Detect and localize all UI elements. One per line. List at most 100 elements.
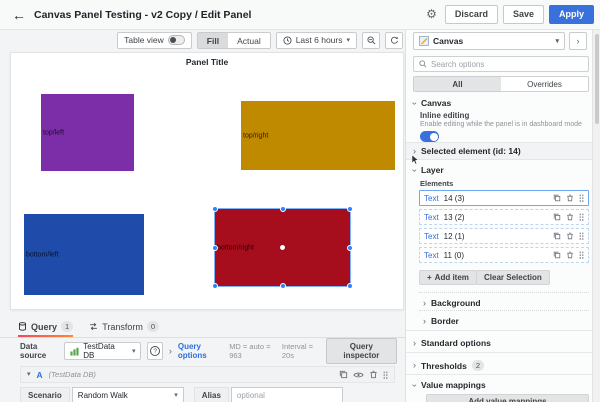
alias-input[interactable] xyxy=(231,387,343,402)
fill-option[interactable]: Fill xyxy=(198,33,228,48)
database-icon xyxy=(18,322,27,331)
table-view-label: Table view xyxy=(124,35,164,45)
element-center-anchor[interactable] xyxy=(280,245,285,250)
editor-tabs: Query 1 Transform 0 xyxy=(0,316,405,338)
resize-handle-e[interactable] xyxy=(347,245,353,251)
delete-element-trash-icon[interactable] xyxy=(566,213,574,221)
canvas-viz-icon xyxy=(419,36,429,46)
layer-element-row[interactable]: Text 12 (1) xyxy=(419,228,589,244)
tab-all[interactable]: All xyxy=(414,77,501,91)
panel-title[interactable]: Panel Title xyxy=(11,53,403,67)
query-row-header[interactable]: ▾ A (TestData DB) xyxy=(20,366,395,383)
scrollbar-thumb[interactable] xyxy=(595,34,599,124)
zoom-out-time-button[interactable] xyxy=(362,32,380,49)
section-selected-element[interactable]: › Selected element (id: 14) xyxy=(406,142,592,160)
add-item-button[interactable]: + Add item xyxy=(419,270,477,285)
scenario-select[interactable]: Random Walk ▾ xyxy=(72,387,184,402)
table-view-toggle[interactable]: Table view xyxy=(117,32,192,49)
section-border-label: Border xyxy=(431,316,459,326)
section-canvas[interactable]: › Canvas xyxy=(413,98,451,108)
query-options-link[interactable]: Query options xyxy=(178,342,223,360)
canvas-rect-bottom-left[interactable]: bottom/left xyxy=(24,214,144,295)
tab-overrides[interactable]: Overrides xyxy=(501,77,588,91)
layer-element-row[interactable]: Text 13 (2) xyxy=(419,209,589,225)
remove-query-trash-icon[interactable] xyxy=(369,370,378,379)
canvas-rect-top-right[interactable]: top/right xyxy=(241,101,395,170)
datasource-help-button[interactable]: ? xyxy=(147,342,162,360)
gear-icon[interactable]: ⚙ xyxy=(426,8,437,20)
datasource-picker[interactable]: TestData DB ▾ xyxy=(64,342,141,360)
element-type-link[interactable]: Text xyxy=(424,194,439,203)
scenario-label: Scenario xyxy=(20,387,70,402)
section-layer[interactable]: › Layer xyxy=(413,165,444,175)
save-button[interactable]: Save xyxy=(503,5,544,24)
options-search-input[interactable] xyxy=(431,60,583,69)
collapse-pane-button[interactable]: › xyxy=(569,32,587,50)
table-view-switch-icon[interactable] xyxy=(168,35,185,45)
rect-label: top/right xyxy=(243,132,268,139)
section-background[interactable]: › Background xyxy=(423,298,481,308)
resize-handle-n[interactable] xyxy=(280,206,286,212)
clear-selection-button[interactable]: Clear Selection xyxy=(476,270,550,285)
refresh-button[interactable] xyxy=(385,32,403,49)
add-value-mappings-label: Add value mappings xyxy=(468,397,546,402)
drag-handle-icon[interactable] xyxy=(579,251,584,259)
sidebar-scrollbar[interactable] xyxy=(592,30,600,402)
add-item-label: Add item xyxy=(435,273,469,282)
query-inspector-button[interactable]: Query inspector xyxy=(326,338,397,364)
resize-handle-ne[interactable] xyxy=(347,206,353,212)
layer-element-row[interactable]: Text 14 (3) xyxy=(419,190,589,206)
alias-label: Alias xyxy=(194,387,229,402)
duplicate-element-icon[interactable] xyxy=(553,213,561,221)
section-thresholds[interactable]: › Thresholds 2 xyxy=(413,360,484,371)
section-background-label: Background xyxy=(431,298,481,308)
time-range-picker[interactable]: Last 6 hours ▾ xyxy=(276,32,357,49)
tab-transform[interactable]: Transform 0 xyxy=(89,316,159,337)
query-row-actions xyxy=(339,370,388,379)
canvas-rect-bottom-right-selected[interactable]: bottom/right xyxy=(215,209,350,286)
element-name: 13 (2) xyxy=(444,213,465,222)
drag-handle-icon[interactable] xyxy=(579,232,584,240)
chevron-right-icon: › xyxy=(413,339,416,348)
element-type-link[interactable]: Text xyxy=(424,232,439,241)
tab-query[interactable]: Query 1 xyxy=(18,316,73,337)
collapse-query-icon[interactable]: ▾ xyxy=(27,371,31,378)
datasource-value: TestData DB xyxy=(83,342,128,360)
delete-element-trash-icon[interactable] xyxy=(566,194,574,202)
back-arrow-icon[interactable]: ← xyxy=(12,8,26,22)
duplicate-element-icon[interactable] xyxy=(553,194,561,202)
resize-handle-s[interactable] xyxy=(280,283,286,289)
resize-handle-w[interactable] xyxy=(212,245,218,251)
section-value-mappings[interactable]: › Value mappings xyxy=(413,380,486,390)
zoom-out-icon xyxy=(367,36,376,45)
actual-option[interactable]: Actual xyxy=(228,33,270,48)
resize-handle-se[interactable] xyxy=(347,283,353,289)
divider xyxy=(419,292,589,293)
element-type-link[interactable]: Text xyxy=(424,251,439,260)
drag-handle-icon[interactable] xyxy=(383,371,388,379)
chevron-right-icon: › xyxy=(413,361,416,370)
drag-handle-icon[interactable] xyxy=(579,213,584,221)
time-range-label: Last 6 hours xyxy=(296,35,343,45)
resize-handle-nw[interactable] xyxy=(212,206,218,212)
delete-element-trash-icon[interactable] xyxy=(566,251,574,259)
drag-handle-icon[interactable] xyxy=(579,194,584,202)
duplicate-query-icon[interactable] xyxy=(339,370,348,379)
duplicate-element-icon[interactable] xyxy=(553,251,561,259)
duplicate-element-icon[interactable] xyxy=(553,232,561,240)
inline-editing-toggle[interactable] xyxy=(420,131,439,142)
section-border[interactable]: › Border xyxy=(423,316,459,326)
discard-button[interactable]: Discard xyxy=(445,5,498,24)
resize-handle-sw[interactable] xyxy=(212,283,218,289)
apply-button[interactable]: Apply xyxy=(549,5,594,24)
hide-query-eye-icon[interactable] xyxy=(353,371,364,379)
add-value-mappings-button[interactable]: Add value mappings xyxy=(426,394,589,402)
divider xyxy=(406,352,592,353)
section-standard-options[interactable]: › Standard options xyxy=(413,338,491,348)
visualization-picker[interactable]: Canvas ▾ xyxy=(413,32,565,50)
delete-element-trash-icon[interactable] xyxy=(566,232,574,240)
element-type-link[interactable]: Text xyxy=(424,213,439,222)
canvas-rect-top-left[interactable]: top/left xyxy=(41,94,134,171)
options-search-box[interactable] xyxy=(413,56,589,72)
layer-element-row[interactable]: Text 11 (0) xyxy=(419,247,589,263)
